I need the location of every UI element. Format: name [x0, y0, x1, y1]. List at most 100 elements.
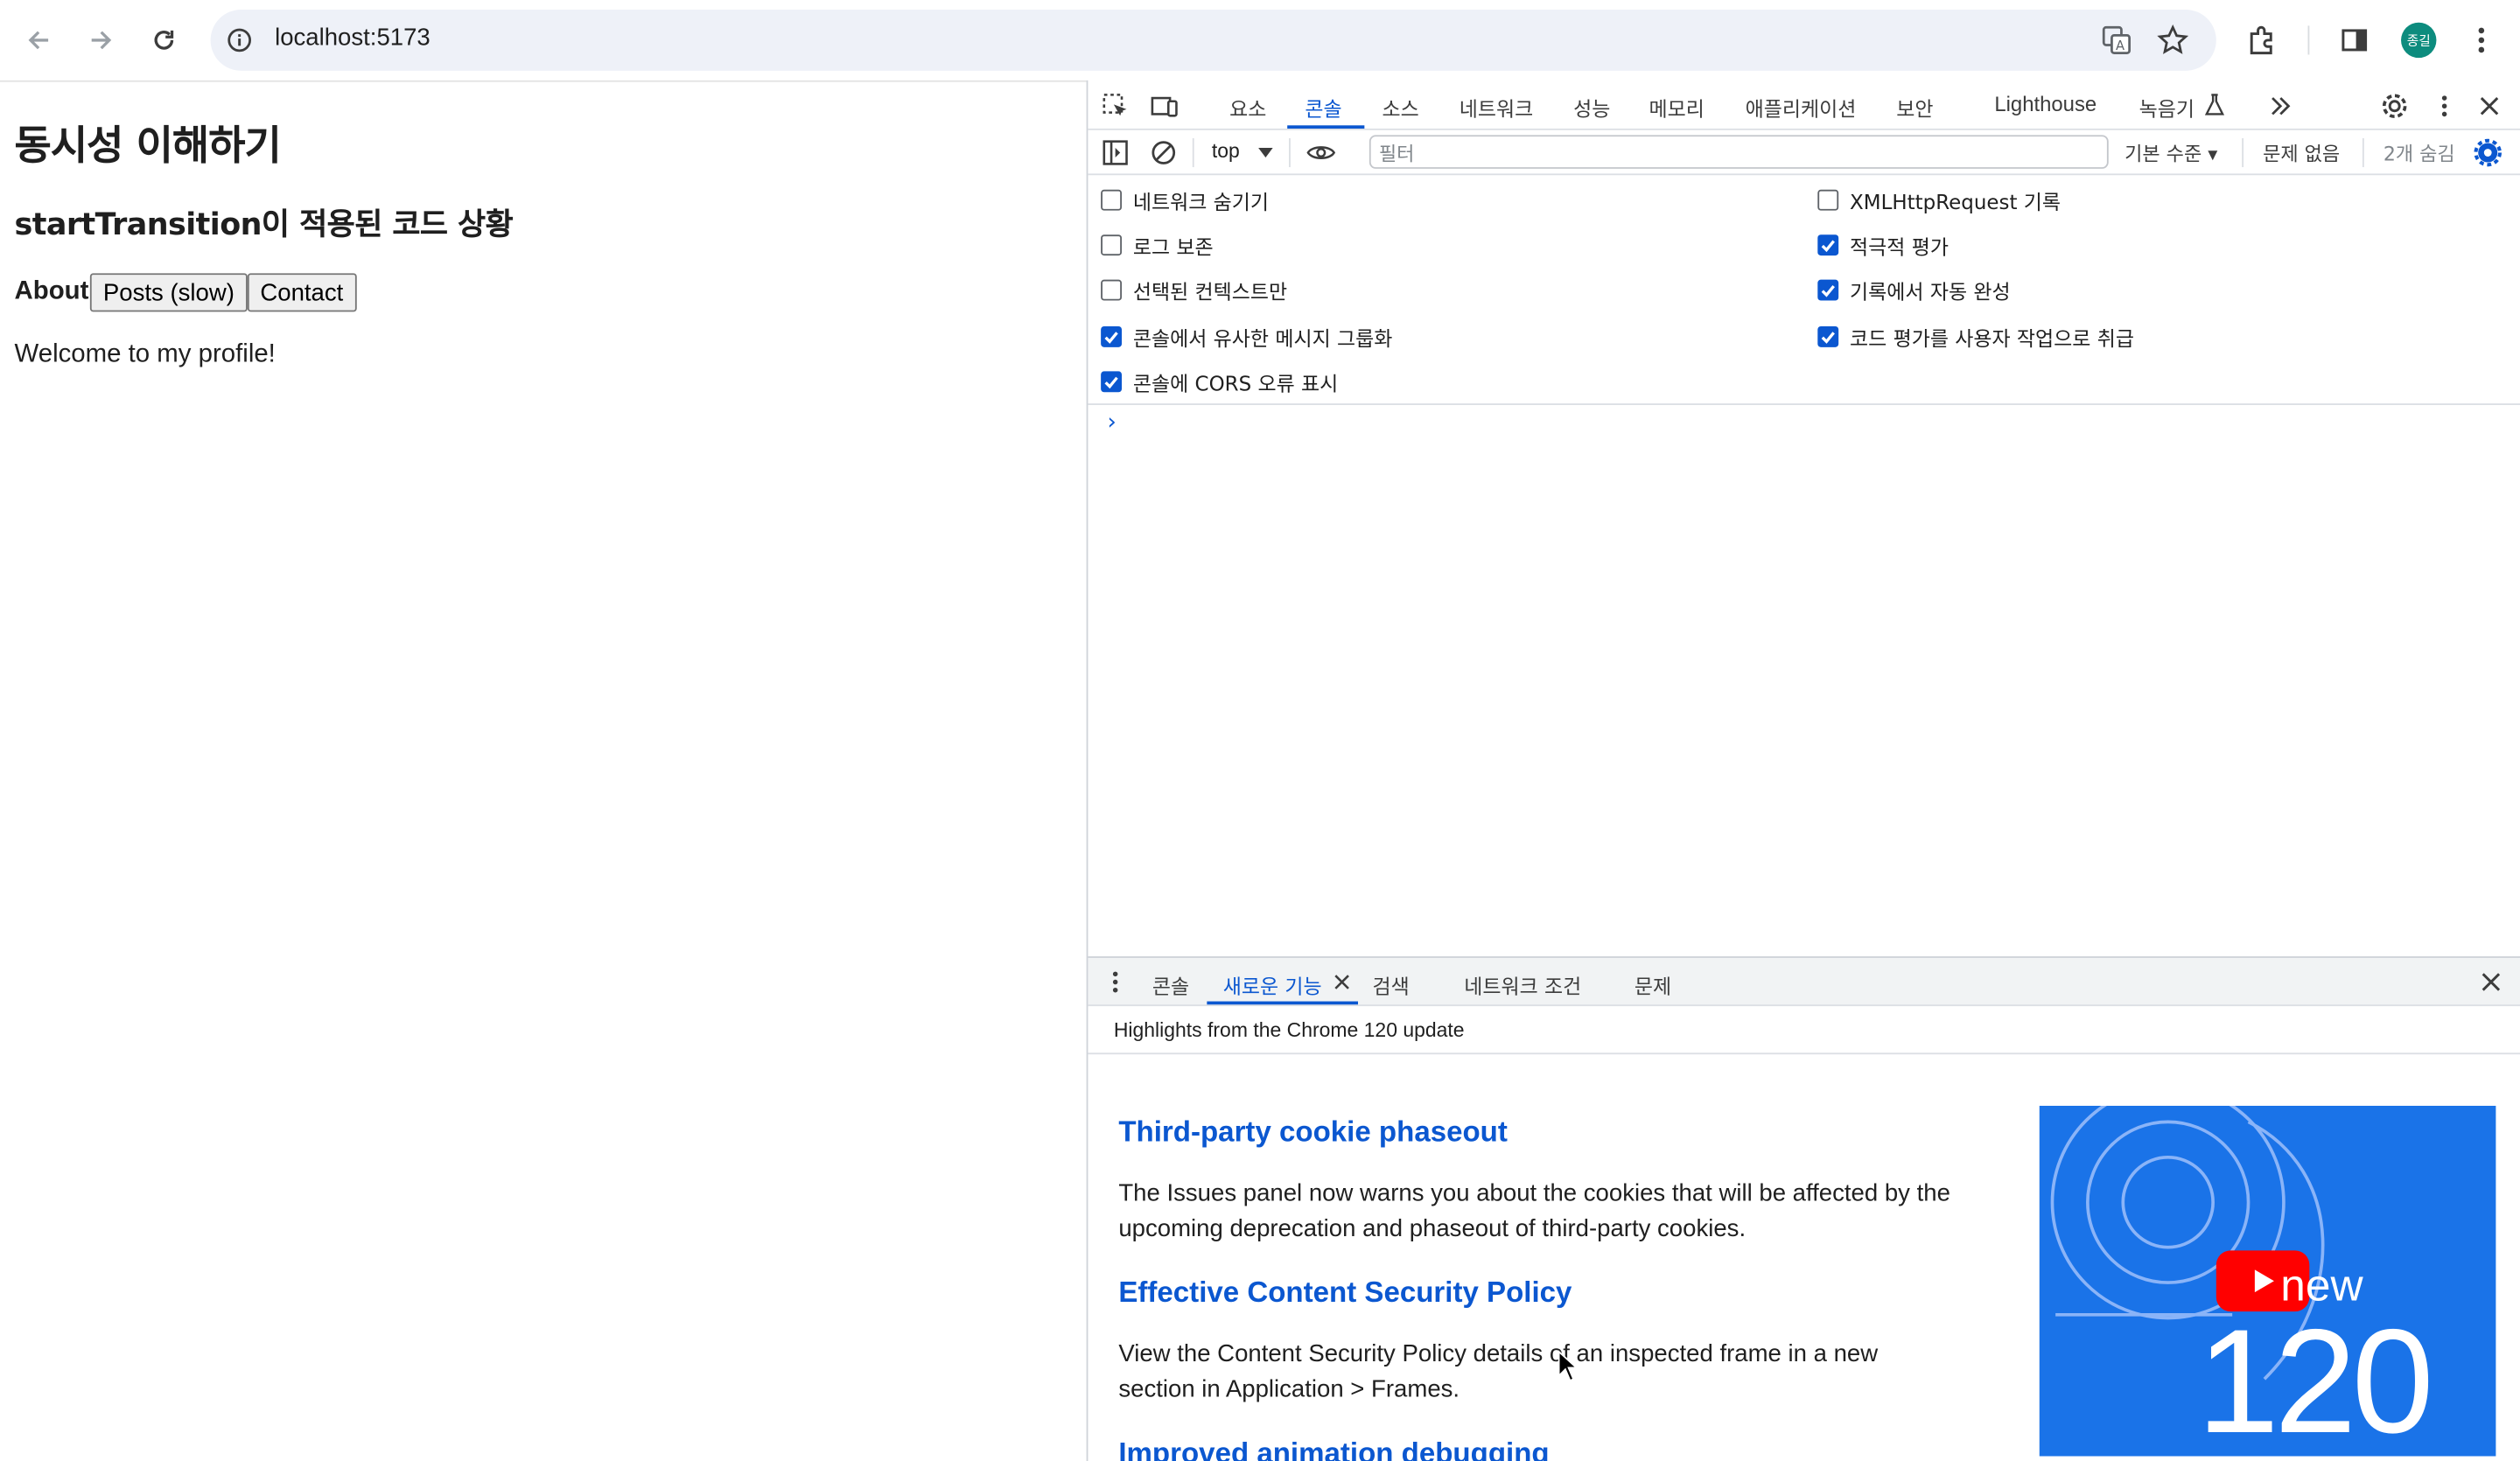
video-thumbnail[interactable]: new 120	[2039, 1105, 2496, 1457]
drawer-close-button[interactable]	[2476, 968, 2505, 996]
checkbox-unchecked[interactable]	[1817, 189, 1839, 211]
tab-network[interactable]: 네트워크	[1460, 92, 1534, 122]
thumbnail-version: 120	[2196, 1300, 2434, 1457]
forward-button[interactable]	[79, 17, 123, 62]
setting-label: 선택된 컨텍스트만	[1132, 279, 1288, 304]
inspect-icon	[1102, 94, 1127, 116]
extensions-button[interactable]	[2240, 19, 2282, 61]
setting-autocomplete-history[interactable]: 기록에서 자동 완성	[1817, 275, 2011, 305]
tab-memory[interactable]: 메모리	[1648, 92, 1704, 122]
tab-performance[interactable]: 성능	[1573, 92, 1610, 122]
dropdown-triangle-icon	[1258, 148, 1273, 158]
setting-hide-network[interactable]: 네트워크 숨기기	[1101, 185, 1269, 215]
gear-icon	[2474, 138, 2502, 167]
devtools-settings-button[interactable]	[2380, 92, 2409, 121]
setting-user-gesture[interactable]: 코드 평가를 사용자 작업으로 취급	[1817, 321, 2134, 352]
checkbox-unchecked[interactable]	[1101, 279, 1123, 301]
show-sidebar-button[interactable]	[1101, 138, 1130, 167]
setting-preserve-log[interactable]: 로그 보존	[1101, 230, 1214, 261]
back-button[interactable]	[16, 17, 60, 62]
tab-security[interactable]: 보안	[1896, 92, 1933, 122]
tab-posts-button[interactable]: Posts (slow)	[90, 273, 248, 312]
setting-group-similar[interactable]: 콘솔에서 유사한 메시지 그룹화	[1101, 321, 1392, 352]
feature-title-link[interactable]: Third-party cookie phaseout	[1118, 1115, 1508, 1150]
tab-content: Welcome to my profile!	[14, 340, 276, 368]
checkbox-checked[interactable]	[1817, 325, 1839, 347]
close-icon[interactable]	[1334, 974, 1349, 989]
setting-eager-evaluation[interactable]: 적극적 평가	[1817, 230, 1949, 261]
setting-label: 콘솔에서 유사한 메시지 그룹화	[1132, 325, 1393, 351]
checkbox-checked[interactable]	[1817, 234, 1839, 256]
feature-title-link[interactable]: Effective Content Security Policy	[1118, 1276, 1572, 1311]
checkmark-icon	[1821, 284, 1835, 297]
tab-lighthouse[interactable]: Lighthouse	[1994, 92, 2096, 116]
address-bar[interactable]: localhost:5173 A	[210, 10, 2216, 71]
bookmark-button[interactable]	[2152, 19, 2194, 61]
inspect-element-button[interactable]	[1101, 92, 1130, 121]
device-icon	[1151, 96, 1178, 117]
devtools-close-button[interactable]	[2475, 92, 2504, 121]
checkbox-checked[interactable]	[1817, 279, 1839, 301]
toolbar-separator	[1289, 137, 1291, 168]
checkmark-icon	[1104, 331, 1118, 343]
play-icon	[2254, 1269, 2274, 1293]
toolbar-separator	[2362, 137, 2364, 168]
close-icon	[2482, 973, 2501, 991]
drawer-tab-search[interactable]: 검색	[1373, 969, 1410, 1000]
live-expression-button[interactable]	[1306, 138, 1336, 167]
gear-icon	[2382, 94, 2407, 119]
whats-new-content: Third-party cookie phaseout The Issues p…	[1088, 1054, 2519, 1461]
translate-icon: A	[2102, 25, 2132, 55]
filter-placeholder: 필터	[1378, 143, 1415, 166]
devtools-tab-bar: 요소 콘솔 소스 네트워크 성능 메모리 애플리케이션 보안 Lighthous…	[1088, 80, 2520, 130]
checkbox-unchecked[interactable]	[1101, 234, 1123, 256]
checkbox-checked[interactable]	[1101, 371, 1123, 393]
side-panel-icon	[2342, 29, 2368, 52]
whats-new-header: Highlights from the Chrome 120 update	[1088, 1006, 2520, 1055]
drawer-tab-bar: 콘솔 새로운 기능 검색 네트워크 조건 문제	[1088, 956, 2520, 1007]
tab-contact-button[interactable]: Contact	[247, 273, 357, 312]
checkbox-unchecked[interactable]	[1101, 189, 1123, 211]
browser-toolbar: localhost:5173 A 종길	[0, 0, 2520, 80]
context-selector[interactable]: top	[1212, 140, 1240, 163]
drawer-menu-button[interactable]	[1101, 968, 1130, 996]
profile-avatar[interactable]: 종길	[2401, 22, 2437, 59]
issues-counter[interactable]: 문제 없음	[2263, 140, 2340, 167]
tab-console[interactable]: 콘솔	[1305, 92, 1341, 122]
checkbox-checked[interactable]	[1101, 325, 1123, 347]
double-chevron-icon	[2272, 97, 2291, 115]
device-toolbar-button[interactable]	[1151, 92, 1180, 121]
back-arrow-icon	[28, 31, 49, 50]
tab-about[interactable]: About	[15, 278, 89, 307]
setting-selected-context-only[interactable]: 선택된 컨텍스트만	[1101, 275, 1287, 305]
clear-icon	[1152, 141, 1176, 164]
devtools-menu-button[interactable]	[2430, 92, 2459, 121]
drawer-tab-console[interactable]: 콘솔	[1152, 969, 1189, 1000]
drawer-tab-whats-new[interactable]: 새로운 기능	[1223, 969, 1322, 1000]
tab-sources[interactable]: 소스	[1382, 92, 1419, 122]
translate-button[interactable]: A	[2096, 19, 2138, 61]
setting-show-cors-errors[interactable]: 콘솔에 CORS 오류 표시	[1101, 367, 1338, 397]
close-icon	[2480, 97, 2499, 115]
setting-label: XMLHttpRequest 기록	[1850, 189, 2062, 214]
drawer-tab-issues[interactable]: 문제	[1634, 969, 1671, 1000]
tab-elements[interactable]: 요소	[1229, 92, 1266, 122]
log-level-dropdown[interactable]: 기본 수준 ▾	[2124, 140, 2217, 167]
tab-recorder[interactable]: 녹음기	[2139, 92, 2194, 122]
clear-console-button[interactable]	[1149, 138, 1178, 167]
side-panel-button[interactable]	[2334, 19, 2376, 61]
console-prompt[interactable]: ›	[1107, 409, 1116, 435]
setting-label: 코드 평가를 사용자 작업으로 취급	[1850, 325, 2134, 351]
reload-button[interactable]	[142, 17, 186, 62]
setting-log-xhr[interactable]: XMLHttpRequest 기록	[1817, 185, 2061, 215]
console-settings-button[interactable]	[2474, 138, 2502, 167]
drawer-tab-network-conditions[interactable]: 네트워크 조건	[1464, 969, 1581, 1000]
more-tabs-button[interactable]	[2266, 92, 2295, 121]
console-filter-input[interactable]: 필터	[1368, 135, 2109, 169]
reload-icon	[154, 30, 174, 50]
feature-description: View the Content Security Policy details…	[1118, 1340, 1879, 1403]
browser-menu-button[interactable]	[2460, 19, 2502, 61]
feature-title-link[interactable]: Improved animation debugging	[1118, 1437, 1549, 1461]
devtools-panel: 요소 콘솔 소스 네트워크 성능 메모리 애플리케이션 보안 Lighthous…	[1086, 80, 2520, 1461]
tab-application[interactable]: 애플리케이션	[1746, 92, 1857, 122]
